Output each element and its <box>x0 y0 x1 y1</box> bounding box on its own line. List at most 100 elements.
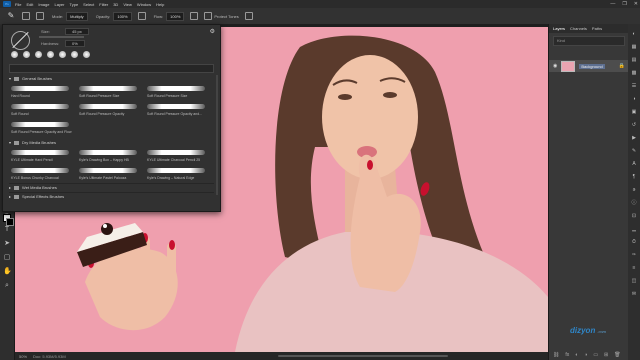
layers-panel-icon[interactable]: ◫ <box>631 278 637 284</box>
flow-field[interactable]: 100% <box>166 11 185 21</box>
zoom-tool-icon[interactable]: ⌕ <box>3 282 11 290</box>
paths-panel-icon[interactable]: ✑ <box>631 252 637 258</box>
menu-image[interactable]: Image <box>38 2 49 7</box>
menu-edit[interactable]: Edit <box>26 2 33 7</box>
layer-filter-select[interactable]: Kind <box>553 36 625 46</box>
hardness-field[interactable]: 0% <box>65 40 85 47</box>
menu-filter[interactable]: Filter <box>99 2 108 7</box>
menu-help[interactable]: Help <box>156 2 164 7</box>
brush-list-scrollbar[interactable] <box>216 75 218 195</box>
mode-select[interactable]: Multiply <box>66 11 88 21</box>
brush-preset[interactable]: Kyle's Drawing Box – Happy HB <box>77 148 142 164</box>
layer-row[interactable]: ◉ Background 🔒 <box>549 60 629 72</box>
swatches-panel-icon[interactable]: ▦ <box>631 44 637 50</box>
brush-preset[interactable]: Kyle's Ultimate Pastel Palooza <box>77 166 142 182</box>
protect-tones-checkbox[interactable] <box>204 12 213 20</box>
tab-layers[interactable]: Layers <box>553 26 565 31</box>
maximize-button[interactable]: ❐ <box>622 1 626 7</box>
layer-name[interactable]: Background <box>579 63 605 69</box>
brush-preset[interactable]: KYLE Ultimate Hard Pencil <box>9 148 74 164</box>
chevron-down-icon[interactable]: ▾ <box>9 139 11 146</box>
chevron-right-icon[interactable]: ▸ <box>9 193 11 200</box>
actions-panel-icon[interactable]: ▶ <box>631 135 637 141</box>
menu-select[interactable]: Select <box>83 2 94 7</box>
eye-icon[interactable]: ◉ <box>553 63 557 69</box>
horizontal-scrollbar[interactable] <box>278 355 448 357</box>
brush-preset[interactable]: Hard Round <box>9 84 74 100</box>
menu-3d[interactable]: 3D <box>113 2 118 7</box>
gradients-panel-icon[interactable]: ▤ <box>631 57 637 63</box>
close-button[interactable]: ✕ <box>634 1 638 7</box>
menu-view[interactable]: View <box>123 2 132 7</box>
size-slider[interactable] <box>39 36 84 38</box>
patterns-panel-icon[interactable]: ▩ <box>631 70 637 76</box>
recent-brush-3[interactable] <box>35 51 42 58</box>
background-color-swatch[interactable] <box>6 218 14 226</box>
fx-icon[interactable]: fx <box>565 352 569 358</box>
new-layer-icon[interactable]: ⊞ <box>604 352 608 358</box>
brush-group-header[interactable]: ▾ Dry Media Brushes <box>9 139 214 146</box>
brush-preset[interactable]: Kyle's Drawing – Natural Edge <box>145 166 210 182</box>
brush-angle-control[interactable] <box>11 31 30 50</box>
brush-preset[interactable]: KYLE Ultimate Charcoal Pencil 25 <box>145 148 210 164</box>
history-panel-icon[interactable]: ↺ <box>631 122 637 128</box>
size-field[interactable]: 45 px <box>65 28 89 35</box>
path-select-icon[interactable]: ➤ <box>3 240 11 248</box>
brushes-panel-icon[interactable]: ✎ <box>631 148 637 154</box>
brush-group-header[interactable]: ▾ General Brushes <box>9 75 214 82</box>
link-icon[interactable]: ⛓ <box>553 352 559 358</box>
minimize-button[interactable]: — <box>610 1 615 7</box>
brush-preset[interactable]: Soft Round Pressure Opacity and Flow <box>9 120 74 136</box>
color-panel-icon[interactable]: ◐ <box>631 31 637 37</box>
recent-brush-4[interactable] <box>47 51 54 58</box>
brush-settings-icon[interactable] <box>36 12 44 20</box>
info-panel-icon[interactable]: ⓘ <box>631 200 637 206</box>
recent-brush-5[interactable] <box>59 51 66 58</box>
navigator-panel-icon[interactable]: ⊡ <box>631 213 637 219</box>
brush-group-header[interactable]: ▸ Special Effects Brushes <box>9 192 214 200</box>
adjustment-icon[interactable]: ◑ <box>584 352 587 358</box>
brush-group-header[interactable]: ▸ Wet Media Brushes <box>9 183 214 191</box>
recent-brush-1[interactable] <box>11 51 18 58</box>
brush-search-input[interactable] <box>9 64 214 73</box>
folder-icon[interactable]: ▭ <box>593 352 598 358</box>
libraries-panel-icon[interactable]: ▣ <box>631 109 637 115</box>
menu-layer[interactable]: Layer <box>54 2 64 7</box>
type-tool-icon[interactable]: T <box>3 226 11 234</box>
brush-icon[interactable]: ✎ <box>6 11 16 21</box>
opacity-field[interactable]: 100% <box>113 11 132 21</box>
brush-preset[interactable]: Soft Round Pressure Size <box>77 84 142 100</box>
character-panel-icon[interactable]: A <box>631 161 637 167</box>
menu-file[interactable]: File <box>15 2 21 7</box>
hand-tool-icon[interactable]: ✋ <box>3 268 12 276</box>
paragraph-panel-icon[interactable]: ¶ <box>631 174 637 180</box>
brush-preset[interactable]: Soft Round <box>9 102 74 118</box>
glyphs-panel-icon[interactable]: ə <box>631 187 637 193</box>
adjustments-panel-icon[interactable]: ◑ <box>631 96 637 102</box>
airbrush-icon[interactable] <box>190 12 199 20</box>
properties-panel-icon[interactable]: ☰ <box>631 83 637 89</box>
pressure-size-icon[interactable] <box>244 12 253 20</box>
chevron-down-icon[interactable]: ▾ <box>9 75 11 82</box>
chevron-right-icon[interactable]: ▸ <box>9 184 11 191</box>
brush-preset[interactable]: KYLE Bonus Chunky Charcoal <box>9 166 74 182</box>
recent-brush-7[interactable] <box>83 51 90 58</box>
gear-icon[interactable]: ⚙ <box>210 28 215 35</box>
recent-brush-2[interactable] <box>23 51 30 58</box>
channels-panel-icon[interactable]: ≡ <box>631 265 637 271</box>
tab-paths[interactable]: Paths <box>592 26 602 31</box>
lock-icon[interactable]: 🔒 <box>619 63 625 69</box>
recent-brush-6[interactable] <box>71 51 78 58</box>
notes-panel-icon[interactable]: ✉ <box>631 291 637 297</box>
mask-icon[interactable]: ◐ <box>575 352 578 358</box>
zoom-level[interactable]: 50% <box>19 354 27 359</box>
photoshop-logo[interactable]: Ps <box>3 1 11 7</box>
brush-preset[interactable]: Soft Round Pressure Opacity and... <box>145 102 210 118</box>
timeline-panel-icon[interactable]: ⏱ <box>631 239 637 245</box>
shape-tool-icon[interactable]: ▢ <box>3 254 11 262</box>
tab-channels[interactable]: Channels <box>570 26 587 31</box>
menu-type[interactable]: Type <box>70 2 79 7</box>
brush-preset[interactable]: Soft Round Pressure Size <box>145 84 210 100</box>
pressure-opacity-icon[interactable] <box>137 12 146 20</box>
histogram-panel-icon[interactable]: ▁ <box>631 226 637 232</box>
